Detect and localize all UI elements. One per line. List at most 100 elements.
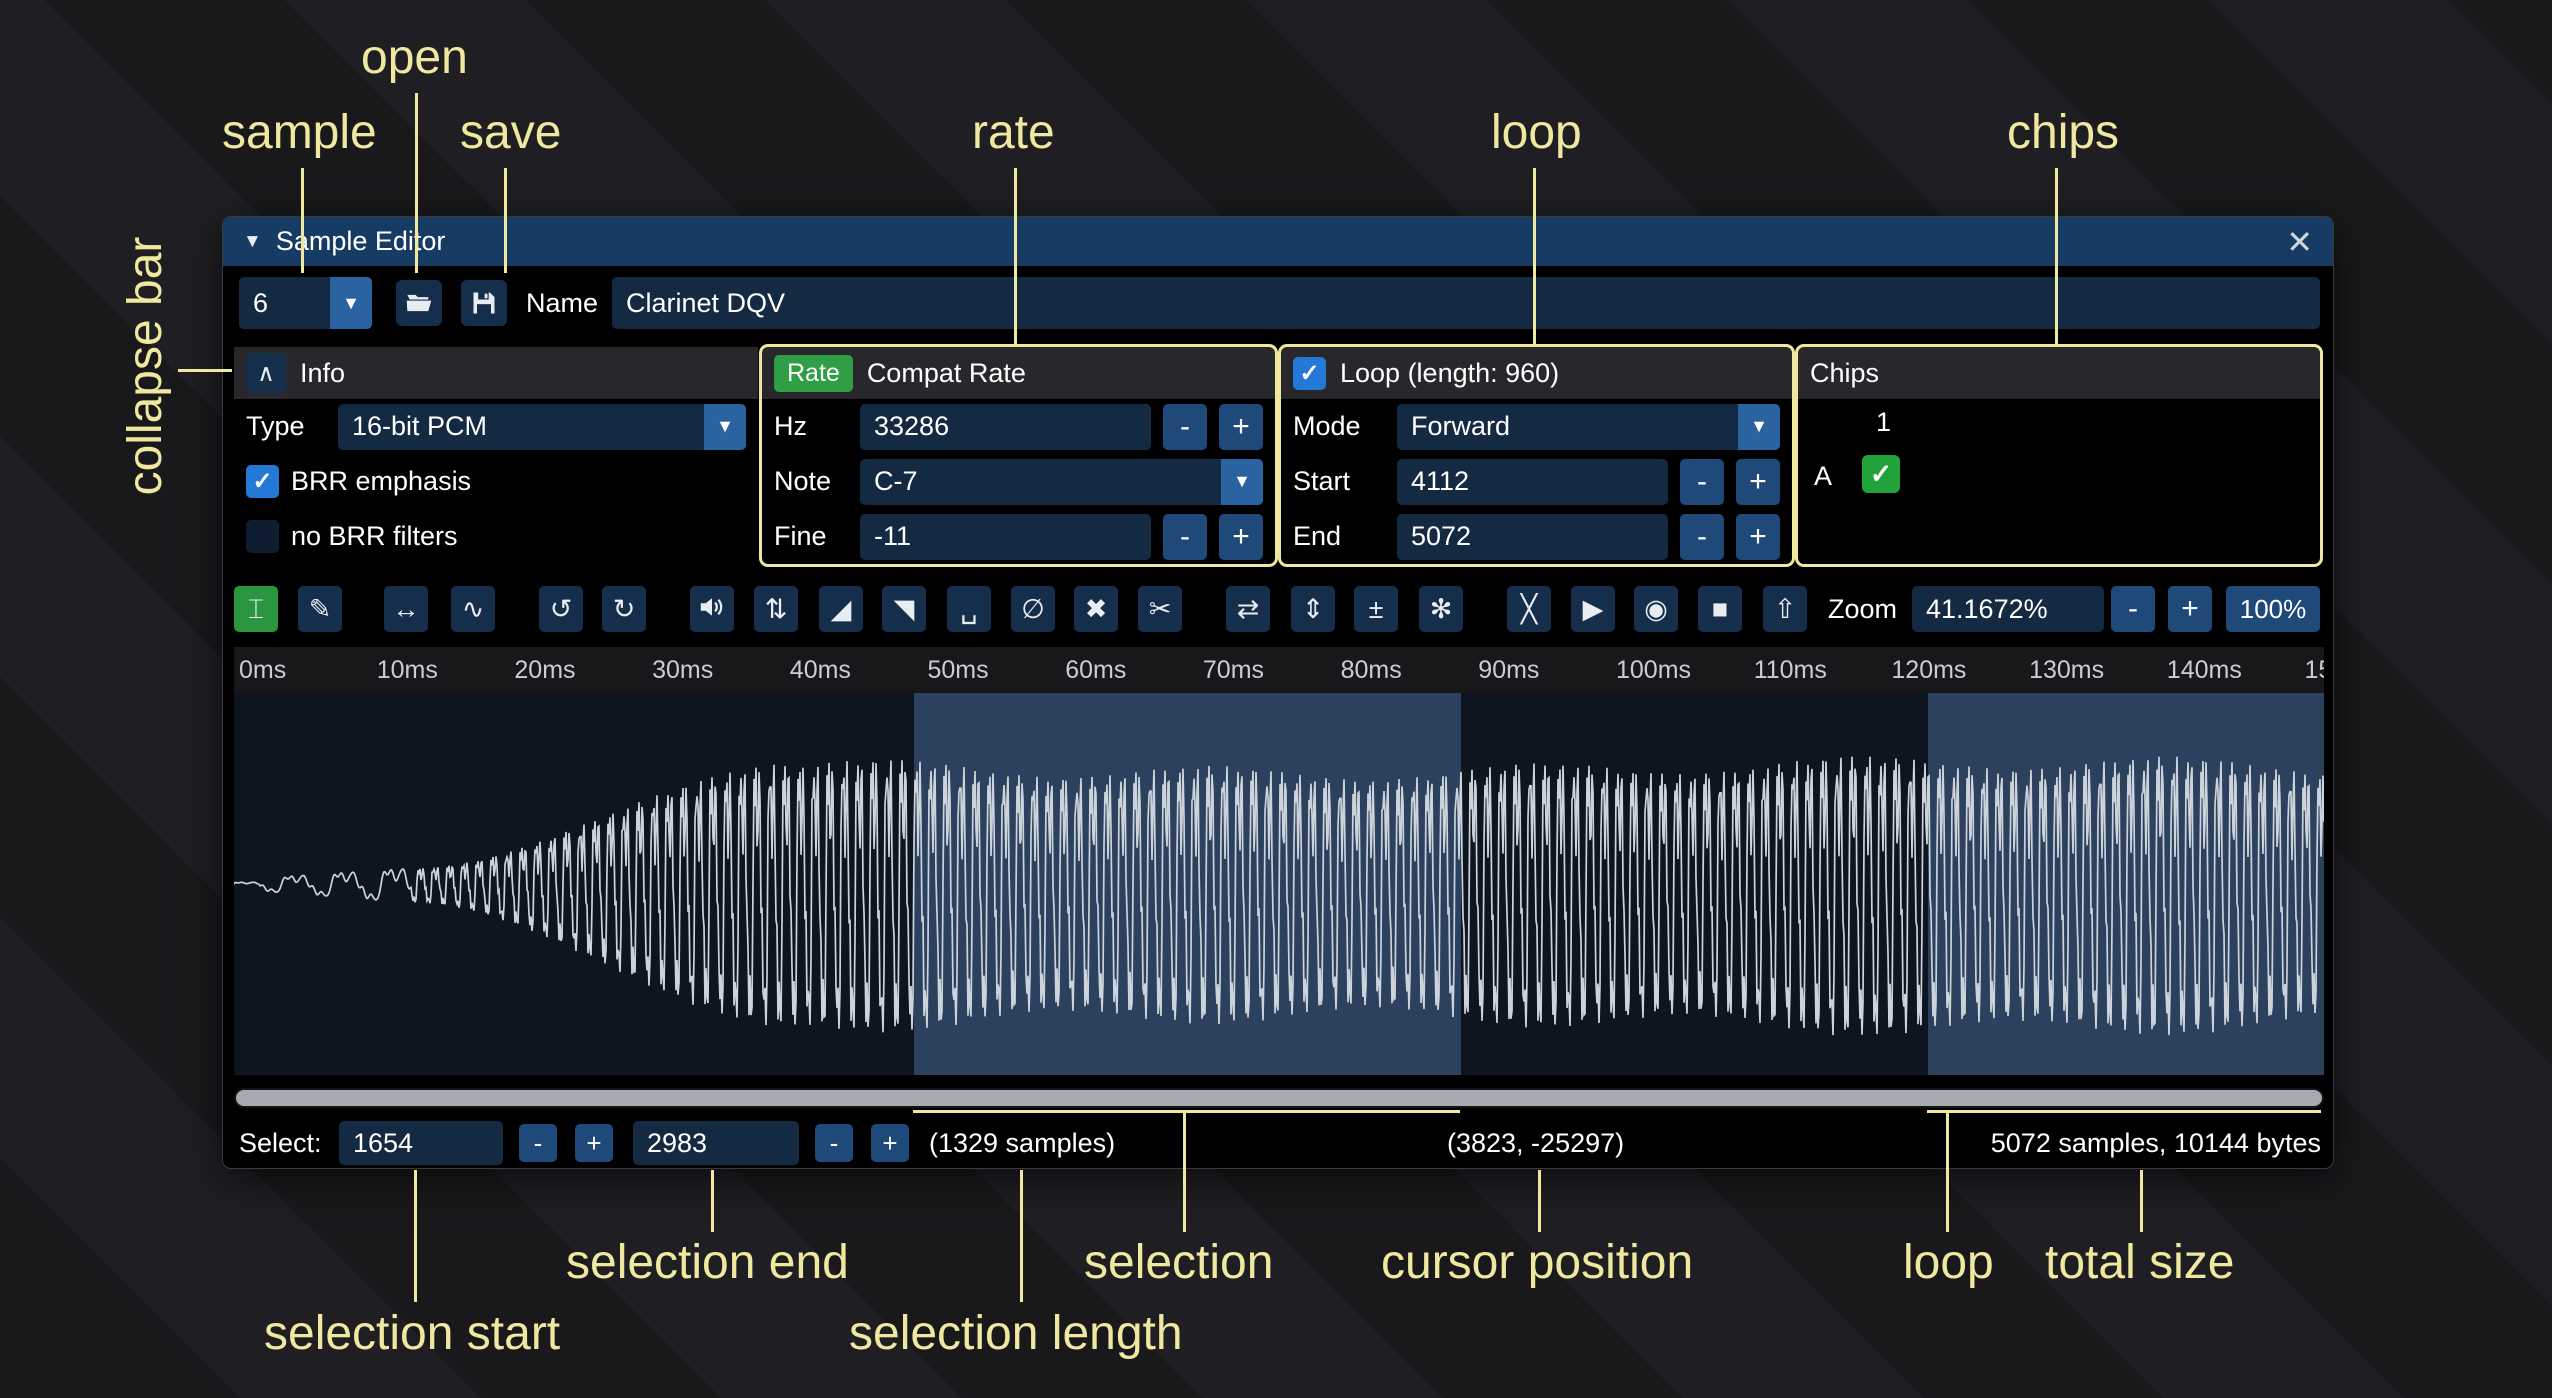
hz-decrement-button[interactable]: - xyxy=(1163,404,1207,450)
loop-mode-dropdown[interactable]: Forward ▼ xyxy=(1397,404,1780,450)
insert-silence-icon: ␣ xyxy=(960,596,977,623)
fade-out-icon: ◥ xyxy=(894,596,915,623)
titlebar[interactable]: ▼ Sample Editor ✕ xyxy=(223,217,2333,266)
waveform-view[interactable] xyxy=(234,693,2324,1075)
resample-button[interactable]: ∿ xyxy=(451,586,495,632)
signed-unsigned-button[interactable]: ± xyxy=(1354,586,1398,632)
zoom-in-button[interactable]: + xyxy=(2168,586,2212,632)
delete-button[interactable]: ✖ xyxy=(1074,586,1118,632)
annotation-selection: selection xyxy=(1084,1235,1273,1290)
ruler-label: 20ms xyxy=(514,656,575,685)
loop-end-decrement-button[interactable]: - xyxy=(1680,514,1724,560)
loop-end-increment-button[interactable]: + xyxy=(1736,514,1780,560)
sample-selector[interactable]: 6 ▼ xyxy=(239,277,372,329)
resize-button[interactable]: ↔ xyxy=(384,586,428,632)
resize-icon: ↔ xyxy=(393,596,420,623)
annotation-sample: sample xyxy=(222,105,377,160)
import-button[interactable]: ⇧ xyxy=(1763,586,1807,632)
selection-end-input[interactable]: 2983 xyxy=(633,1121,799,1165)
hz-increment-button[interactable]: + xyxy=(1219,404,1263,450)
fade-out-button[interactable]: ◥ xyxy=(882,586,926,632)
amplify-button[interactable] xyxy=(690,586,734,632)
selection-start-increment-button[interactable]: + xyxy=(575,1124,613,1162)
selection-end-increment-button[interactable]: + xyxy=(871,1124,909,1162)
ruler-label: 140ms xyxy=(2167,656,2242,685)
trim-button[interactable]: ✂ xyxy=(1138,586,1182,632)
loop-start-decrement-button[interactable]: - xyxy=(1680,459,1724,505)
ruler-label: 90ms xyxy=(1478,656,1539,685)
selection-length-text: (1329 samples) xyxy=(929,1120,1115,1167)
loop-header: ✓ Loop (length: 960) xyxy=(1281,347,1792,399)
stop-preview-button[interactable]: ■ xyxy=(1698,586,1742,632)
no-brr-filters-checkbox[interactable] xyxy=(246,520,279,553)
sample-toolbar: Zoom 41.1672% - + 100% ⌶✎↔∿↺↻⇅◢◥␣∅✖✂⇄⇕±✻… xyxy=(223,583,2333,635)
apply-filter-icon: ✻ xyxy=(1430,596,1453,623)
chips-section: Chips 1 A ✓ xyxy=(1798,347,2320,564)
annotation-rate: rate xyxy=(972,105,1055,160)
redo-button[interactable]: ↻ xyxy=(602,586,646,632)
zoom-input[interactable]: 41.1672% xyxy=(1912,586,2104,632)
info-header-label: Info xyxy=(300,358,345,389)
zoom-reset-button[interactable]: 100% xyxy=(2226,586,2320,632)
loop-start-input[interactable]: 4112 xyxy=(1397,459,1668,505)
fine-decrement-button[interactable]: - xyxy=(1163,514,1207,560)
apply-silence-button[interactable]: ∅ xyxy=(1011,586,1055,632)
select-label: Select: xyxy=(239,1120,322,1167)
save-button[interactable] xyxy=(461,280,507,326)
reverse-button[interactable]: ⇄ xyxy=(1226,586,1270,632)
annotation-cursor-position-line xyxy=(1538,1170,1541,1232)
undo-button[interactable]: ↺ xyxy=(539,586,583,632)
fade-in-button[interactable]: ◢ xyxy=(819,586,863,632)
loop-start-value: 4112 xyxy=(1411,466,1469,497)
sample-editor-window: ▼ Sample Editor ✕ 6 ▼ xyxy=(222,216,2334,1169)
fine-input[interactable]: -11 xyxy=(860,514,1151,560)
selection-start-decrement-button[interactable]: - xyxy=(519,1124,557,1162)
annotation-selection-connector xyxy=(1183,1110,1186,1232)
fine-increment-button[interactable]: + xyxy=(1219,514,1263,560)
insert-silence-button[interactable]: ␣ xyxy=(947,586,991,632)
horizontal-scrollbar[interactable] xyxy=(234,1088,2324,1108)
preview-icon: ▶ xyxy=(1583,596,1604,623)
sample-name-input[interactable]: Clarinet DQV xyxy=(612,277,2320,329)
brr-emphasis-checkbox[interactable]: ✓ xyxy=(246,465,279,498)
annotation-selection-length: selection length xyxy=(849,1306,1183,1361)
open-button[interactable] xyxy=(396,280,442,326)
ruler-label: 50ms xyxy=(928,656,989,685)
loop-start-increment-button[interactable]: + xyxy=(1736,459,1780,505)
annotation-collapse-bar-line xyxy=(178,369,232,372)
apply-silence-icon: ∅ xyxy=(1021,596,1045,623)
scrollbar-thumb[interactable] xyxy=(236,1090,2322,1106)
chip-enable-checkbox[interactable]: ✓ xyxy=(1862,455,1900,493)
window-collapse-icon[interactable]: ▼ xyxy=(243,231,262,253)
sample-type-dropdown[interactable]: 16-bit PCM ▼ xyxy=(338,404,746,450)
check-icon: ✓ xyxy=(1299,359,1319,388)
hz-value: 33286 xyxy=(874,411,949,442)
loop-section: ✓ Loop (length: 960) Mode Forward ▼ Star… xyxy=(1281,347,1792,564)
zoom-out-button[interactable]: - xyxy=(2111,586,2155,632)
loop-enable-checkbox[interactable]: ✓ xyxy=(1293,357,1326,390)
invert-button[interactable]: ⇕ xyxy=(1291,586,1335,632)
crossfade-loop-button[interactable]: ╳ xyxy=(1507,586,1551,632)
chips-header: Chips xyxy=(1798,347,2320,399)
cursor-position-text: (3823, -25297) xyxy=(1447,1120,1624,1167)
annotation-chips: chips xyxy=(2007,105,2119,160)
hz-input[interactable]: 33286 xyxy=(860,404,1151,450)
save-floppy-icon xyxy=(470,289,498,317)
selection-end-decrement-button[interactable]: - xyxy=(815,1124,853,1162)
selection-start-input[interactable]: 1654 xyxy=(339,1121,503,1165)
preview-button[interactable]: ▶ xyxy=(1571,586,1615,632)
loop-header-label: Loop (length: 960) xyxy=(1340,358,1559,389)
chevron-down-icon: ▼ xyxy=(1221,459,1263,505)
annotation-total-size: total size xyxy=(2045,1235,2234,1290)
apply-filter-button[interactable]: ✻ xyxy=(1419,586,1463,632)
select-mode-button[interactable]: ⌶ xyxy=(234,586,278,632)
collapse-bar-button[interactable]: ∧ xyxy=(246,353,286,393)
close-icon[interactable]: ✕ xyxy=(2286,226,2313,258)
loop-end-input[interactable]: 5072 xyxy=(1397,514,1668,560)
draw-mode-button[interactable]: ✎ xyxy=(298,586,342,632)
note-dropdown[interactable]: C-7 ▼ xyxy=(860,459,1263,505)
brr-emphasis-label: BRR emphasis xyxy=(291,466,471,497)
normalize-button[interactable]: ⇅ xyxy=(754,586,798,632)
preview-selection-button[interactable]: ◉ xyxy=(1634,586,1678,632)
annotation-loop-top: loop xyxy=(1491,105,1582,160)
